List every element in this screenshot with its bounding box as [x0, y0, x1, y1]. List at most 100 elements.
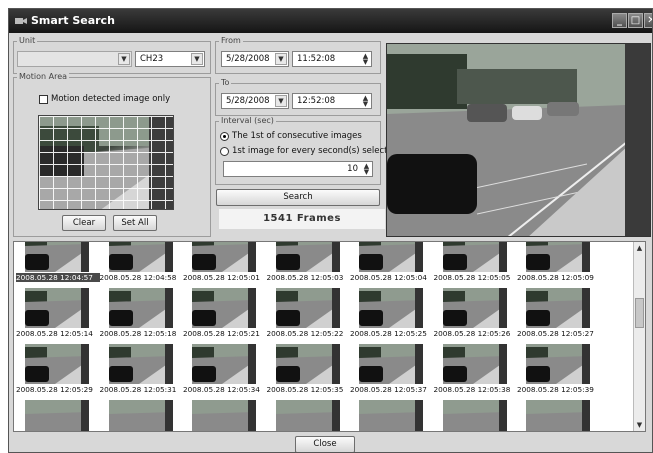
thumbnail-image: [108, 344, 173, 384]
thumbnail-item[interactable]: 2008.05.28 12:05:34: [183, 344, 263, 400]
spinner-icon[interactable]: ▲ ▼: [362, 163, 371, 176]
thumbnail-caption: 2008.05.28 12:05:29: [16, 385, 93, 394]
thumbnail-caption: 2008.05.28 12:05:05: [433, 273, 511, 282]
interval-label: Interval (sec): [219, 116, 276, 126]
thumbnail-item[interactable]: [350, 400, 430, 431]
thumbnail-item[interactable]: 2008.05.28 12:05:22: [267, 288, 347, 344]
thumbnail-caption: 2008.05.28 12:05:34: [183, 385, 260, 394]
to-date-picker[interactable]: 5/28/2008 ▼: [221, 93, 289, 109]
thumbnail-item[interactable]: 2008.05.28 12:05:21: [183, 288, 263, 344]
thumbnail-item[interactable]: 2008.05.28 12:05:09: [517, 242, 597, 288]
window-title: Smart Search: [31, 14, 115, 27]
thumbnail-item[interactable]: 2008.05.28 12:05:29: [16, 344, 96, 400]
thumbnail-caption: 2008.05.28 12:05:04: [350, 273, 427, 282]
thumbnail-caption: 2008.05.28 12:05:31: [99, 385, 177, 394]
maximize-icon[interactable]: □: [628, 13, 643, 28]
thumbnail-image: [526, 242, 590, 272]
to-time-input[interactable]: 12:52:08 ▲ ▼: [292, 93, 372, 109]
thumbnail-image: [526, 288, 590, 328]
chevron-down-icon: ▼: [275, 95, 287, 107]
thumbnail-image: [442, 400, 507, 431]
thumbnail-caption: 2008.05.28 12:05:37: [350, 385, 427, 394]
from-label: From: [219, 36, 243, 46]
camera-icon: [15, 18, 27, 24]
close-button[interactable]: Close: [295, 436, 355, 452]
minimize-icon[interactable]: _: [612, 13, 627, 28]
thumbnail-image: [275, 288, 340, 328]
thumbnail-caption: 2008.05.28 12:05:03: [266, 273, 344, 282]
thumbnail-caption: 2008.05.28 12:05:38: [433, 385, 511, 394]
thumbnail-image: [25, 400, 89, 431]
interval-option-consecutive-label: The 1st of consecutive images: [232, 131, 362, 141]
frames-count: 1541 Frames: [219, 209, 385, 229]
set-all-button[interactable]: Set All: [113, 215, 157, 231]
vertical-scrollbar[interactable]: ▲ ▼: [633, 242, 645, 431]
motion-area-label: Motion Area: [17, 72, 70, 82]
chevron-down-icon: ▼: [118, 53, 130, 65]
thumbnail-caption: 2008.05.28 12:05:09: [517, 273, 594, 282]
thumbnail-image: [442, 242, 507, 272]
thumbnail-image: [359, 288, 423, 328]
thumbnail-item[interactable]: 2008.05.28 12:05:05: [434, 242, 514, 288]
unit-label: Unit: [17, 36, 38, 46]
close-icon[interactable]: ✕: [644, 13, 652, 28]
from-date-picker[interactable]: 5/28/2008 ▼: [221, 51, 289, 67]
thumbnail-item[interactable]: [434, 400, 514, 431]
thumbnail-item[interactable]: 2008.05.28 12:05:38: [434, 344, 514, 400]
thumbnail-item[interactable]: 2008.05.28 12:05:35: [267, 344, 347, 400]
thumbnail-caption: 2008.05.28 12:05:35: [266, 385, 344, 394]
thumbnail-item[interactable]: 2008.05.28 12:05:31: [100, 344, 180, 400]
interval-seconds-input[interactable]: 10 ▲ ▼: [223, 161, 373, 177]
thumbnail-item[interactable]: 2008.05.28 12:05:39: [517, 344, 597, 400]
thumbnail-image: [108, 242, 173, 272]
interval-radio-consecutive[interactable]: [220, 132, 229, 141]
motion-only-checkbox[interactable]: [39, 95, 48, 104]
thumbnail-image: [275, 400, 340, 431]
thumbnail-gallery[interactable]: 2008.05.28 12:04:57 2008.05.28 12:04:58 20…: [13, 241, 646, 432]
thumbnail-item[interactable]: [517, 400, 597, 431]
thumbnail-image: [192, 344, 256, 384]
thumbnail-image: [526, 344, 590, 384]
thumbnail-image: [275, 344, 340, 384]
thumbnail-caption: 2008.05.28 12:05:39: [517, 385, 594, 394]
thumbnail-image: [359, 344, 423, 384]
scroll-up-icon[interactable]: ▲: [634, 242, 645, 254]
from-time-input[interactable]: 11:52:08 ▲ ▼: [292, 51, 372, 67]
thumbnail-item[interactable]: 2008.05.28 12:05:27: [517, 288, 597, 344]
thumbnail-item[interactable]: [183, 400, 263, 431]
thumbnail-image: [526, 400, 590, 431]
thumbnail-item[interactable]: 2008.05.28 12:05:37: [350, 344, 430, 400]
thumbnail-caption: 2008.05.28 12:05:27: [517, 329, 594, 338]
channel-select[interactable]: CH23 ▼: [135, 51, 205, 67]
thumbnail-item[interactable]: [267, 400, 347, 431]
spinner-icon[interactable]: ▲ ▼: [361, 95, 370, 108]
thumbnail-item[interactable]: 2008.05.28 12:05:25: [350, 288, 430, 344]
thumbnail-item[interactable]: 2008.05.28 12:05:26: [434, 288, 514, 344]
thumbnail-item[interactable]: 2008.05.28 12:05:04: [350, 242, 430, 288]
thumbnail-caption: 2008.05.28 12:05:26: [433, 329, 511, 338]
motion-area-grid[interactable]: [38, 115, 174, 210]
thumbnail-item[interactable]: 2008.05.28 12:05:01: [183, 242, 263, 288]
chevron-down-icon: ▼: [191, 53, 203, 65]
thumbnail-item[interactable]: [100, 400, 180, 431]
thumbnail-item[interactable]: 2008.05.28 12:05:03: [267, 242, 347, 288]
thumbnail-caption: 2008.05.28 12:05:25: [350, 329, 427, 338]
motion-only-label: Motion detected image only: [51, 94, 171, 104]
preview-image: [386, 43, 651, 237]
search-button[interactable]: Search: [216, 189, 380, 206]
thumbnail-image: [108, 288, 173, 328]
spinner-icon[interactable]: ▲ ▼: [361, 53, 370, 66]
thumbnail-image: [442, 344, 507, 384]
scroll-thumb[interactable]: [635, 298, 644, 328]
site-select[interactable]: ▼: [17, 51, 132, 67]
thumbnail-item[interactable]: 2008.05.28 12:05:18: [100, 288, 180, 344]
clear-button[interactable]: Clear: [62, 215, 106, 231]
scroll-down-icon[interactable]: ▼: [634, 419, 645, 431]
thumbnail-item[interactable]: 2008.05.28 12:05:14: [16, 288, 96, 344]
thumbnail-item[interactable]: 2008.05.28 12:04:57: [16, 242, 100, 288]
interval-radio-every-second[interactable]: [220, 147, 229, 156]
thumbnail-image: [25, 242, 89, 272]
thumbnail-item[interactable]: 2008.05.28 12:04:58: [100, 242, 180, 288]
smart-search-window: Smart Search _ □ ✕ Unit ▼ CH23 ▼ Motion …: [8, 8, 653, 453]
thumbnail-item[interactable]: [16, 400, 96, 431]
